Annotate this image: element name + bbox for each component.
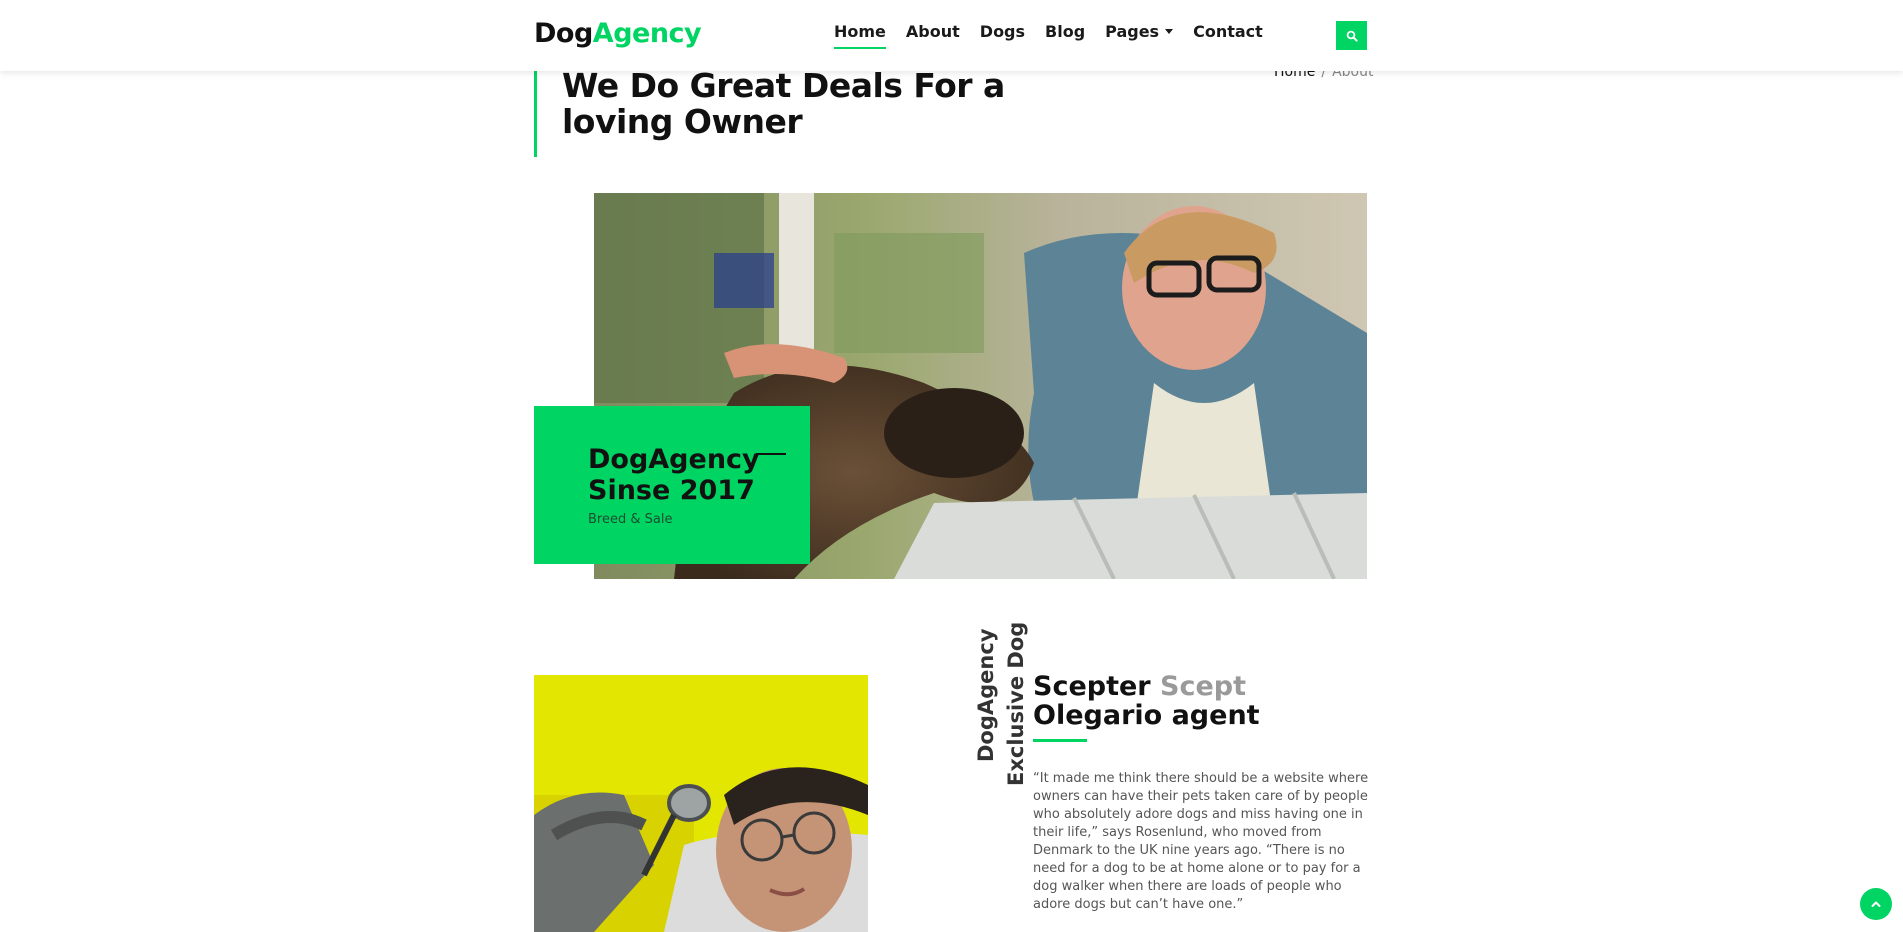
- search-icon: [1346, 30, 1358, 42]
- brand-logo-part2: Agency: [592, 18, 702, 49]
- vertical-caption: DogAgency Exclusive Dog: [974, 622, 1034, 790]
- agent-heading-underline: [1033, 739, 1087, 742]
- page-title: We Do Great Deals For a loving Owner: [534, 68, 1094, 157]
- since-divider: [756, 453, 786, 455]
- brand-logo-part1: Dog: [534, 18, 593, 49]
- nav-item-contact[interactable]: Contact: [1193, 22, 1263, 49]
- nav-item-pages[interactable]: Pages: [1105, 22, 1174, 49]
- chevron-down-icon: [1165, 29, 1174, 34]
- agent-heading-part1: Scepter: [1033, 671, 1151, 702]
- vertical-caption-brand: DogAgency: [974, 628, 998, 762]
- nav-item-pages-label: Pages: [1105, 22, 1160, 41]
- nav-item-home[interactable]: Home: [834, 22, 886, 49]
- search-button[interactable]: [1336, 21, 1367, 50]
- agent-heading-part3: Olegario agent: [1033, 700, 1260, 731]
- agent-heading-part2: Scept: [1160, 671, 1247, 702]
- chevron-up-icon: [1871, 901, 1881, 907]
- agent-quote: “It made me think there should be a webs…: [1033, 771, 1369, 912]
- since-banner: DogAgency Sinse 2017 Breed & Sale: [534, 406, 810, 564]
- navbar: DogAgency Home About Dogs Blog Pages Con…: [0, 0, 1903, 71]
- scroll-to-top-button[interactable]: [1860, 888, 1892, 920]
- agent-photo: [534, 675, 868, 932]
- brand-logo[interactable]: DogAgency: [534, 18, 702, 49]
- agent-heading: Scepter Scept Olegario agent: [1033, 672, 1363, 730]
- since-title: DogAgency Sinse 2017: [588, 444, 760, 506]
- nav-item-dogs[interactable]: Dogs: [980, 22, 1025, 49]
- main-nav: Home About Dogs Blog Pages Contact: [834, 22, 1263, 49]
- nav-item-about[interactable]: About: [906, 22, 960, 49]
- vertical-caption-exclusive: Exclusive Dog: [1004, 621, 1028, 786]
- since-subtitle: Breed & Sale: [588, 512, 673, 527]
- nav-item-blog[interactable]: Blog: [1045, 22, 1085, 49]
